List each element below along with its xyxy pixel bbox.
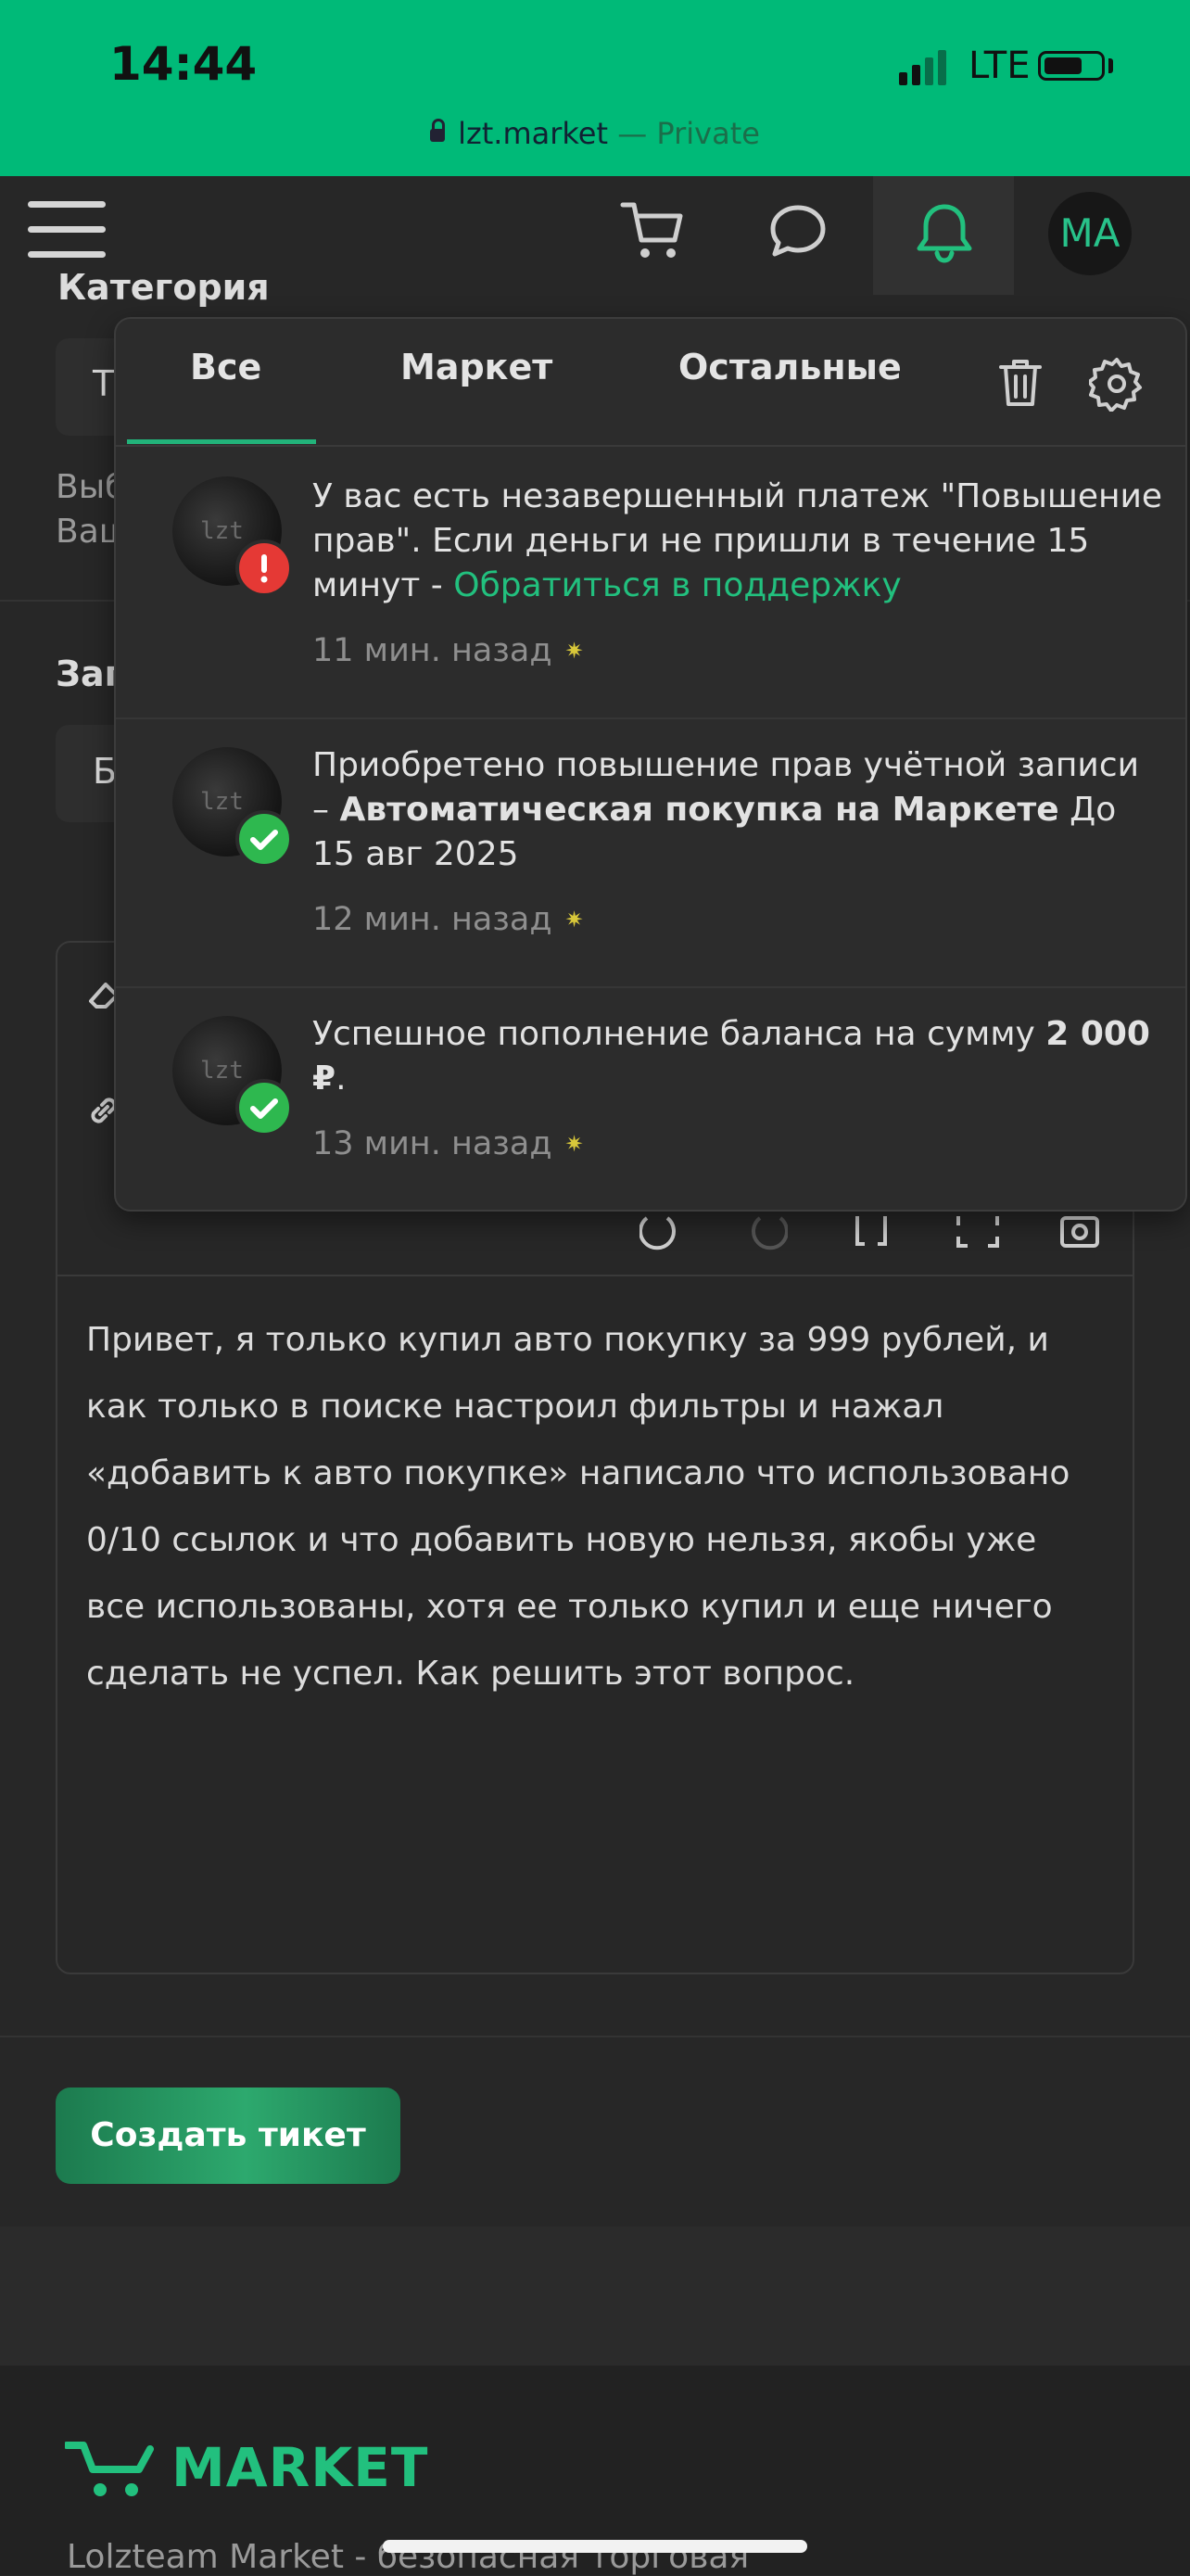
battery-tip	[1108, 58, 1113, 73]
redo-icon[interactable]	[741, 1214, 788, 1251]
fullscreen-icon[interactable]	[955, 1214, 1001, 1251]
category-label: Категория	[57, 267, 270, 308]
network-type: LTE	[968, 44, 1031, 87]
bell-icon[interactable]	[912, 199, 977, 266]
chat-icon[interactable]	[767, 202, 829, 261]
notification-text[interactable]: Успешное пополнение баланса на сумму 2 0…	[312, 1012, 1165, 1101]
tabs-divider	[116, 445, 1185, 447]
success-check-icon	[235, 810, 293, 868]
clock: 14:44	[109, 37, 258, 91]
create-ticket-button[interactable]: Создать тикет	[56, 2087, 400, 2184]
tab-all[interactable]: Все	[190, 347, 261, 387]
title-label: Заг	[56, 654, 123, 694]
notification-avatar: lzt	[172, 1016, 293, 1136]
market-logo-icon	[65, 2436, 158, 2501]
notification-text[interactable]: Приобретено повышение прав учётной запис…	[312, 743, 1165, 877]
market-logo-text: MARKET	[171, 2436, 429, 2499]
success-check-icon	[235, 1079, 293, 1136]
user-avatar[interactable]: MA	[1048, 192, 1132, 275]
error-badge-icon	[235, 539, 293, 597]
brackets-icon[interactable]	[848, 1214, 894, 1251]
menu-icon[interactable]	[28, 201, 106, 276]
notification-divider	[116, 717, 1185, 719]
new-sparkle-icon: ✷	[564, 1131, 584, 1157]
notification-time: 11 мин. назад ✷	[312, 632, 584, 669]
footer-spacer	[0, 2227, 1190, 2366]
notification-avatar: lzt	[172, 476, 293, 597]
message-text[interactable]: Привет, я только купил авто покупку за 9…	[86, 1307, 1087, 1707]
battery-icon	[1038, 51, 1105, 81]
divider	[0, 2036, 1190, 2037]
tab-market[interactable]: Маркет	[400, 347, 552, 387]
notification-time: 13 мин. назад ✷	[312, 1125, 584, 1162]
notifications-dropdown: Все Маркет Остальные lzt У вас есть неза…	[114, 317, 1187, 1212]
notification-time: 12 мин. назад ✷	[312, 901, 584, 938]
image-icon[interactable]	[1058, 1214, 1105, 1251]
trash-icon[interactable]	[997, 356, 1044, 410]
private-label: — Private	[608, 116, 760, 151]
lock-icon	[430, 119, 446, 142]
notification-divider	[116, 986, 1185, 988]
cart-icon[interactable]	[619, 199, 686, 264]
undo-icon[interactable]	[639, 1214, 686, 1251]
new-sparkle-icon: ✷	[564, 907, 584, 933]
home-indicator[interactable]	[383, 2540, 807, 2553]
support-link[interactable]: Обратиться в поддержку	[453, 566, 901, 604]
editor-toolbar-divider	[57, 1275, 1133, 1276]
new-sparkle-icon: ✷	[564, 638, 584, 664]
url-text: lzt.market	[458, 116, 609, 151]
address-bar[interactable]: lzt.market — Private	[0, 116, 1190, 151]
signal-icon	[899, 46, 946, 85]
category-value: Т	[93, 363, 115, 404]
gear-icon[interactable]	[1089, 356, 1145, 412]
notification-text[interactable]: У вас есть незавершенный платеж "Повышен…	[312, 475, 1165, 608]
notification-avatar: lzt	[172, 747, 293, 868]
active-tab-indicator	[127, 439, 316, 444]
tab-other[interactable]: Остальные	[678, 347, 902, 387]
